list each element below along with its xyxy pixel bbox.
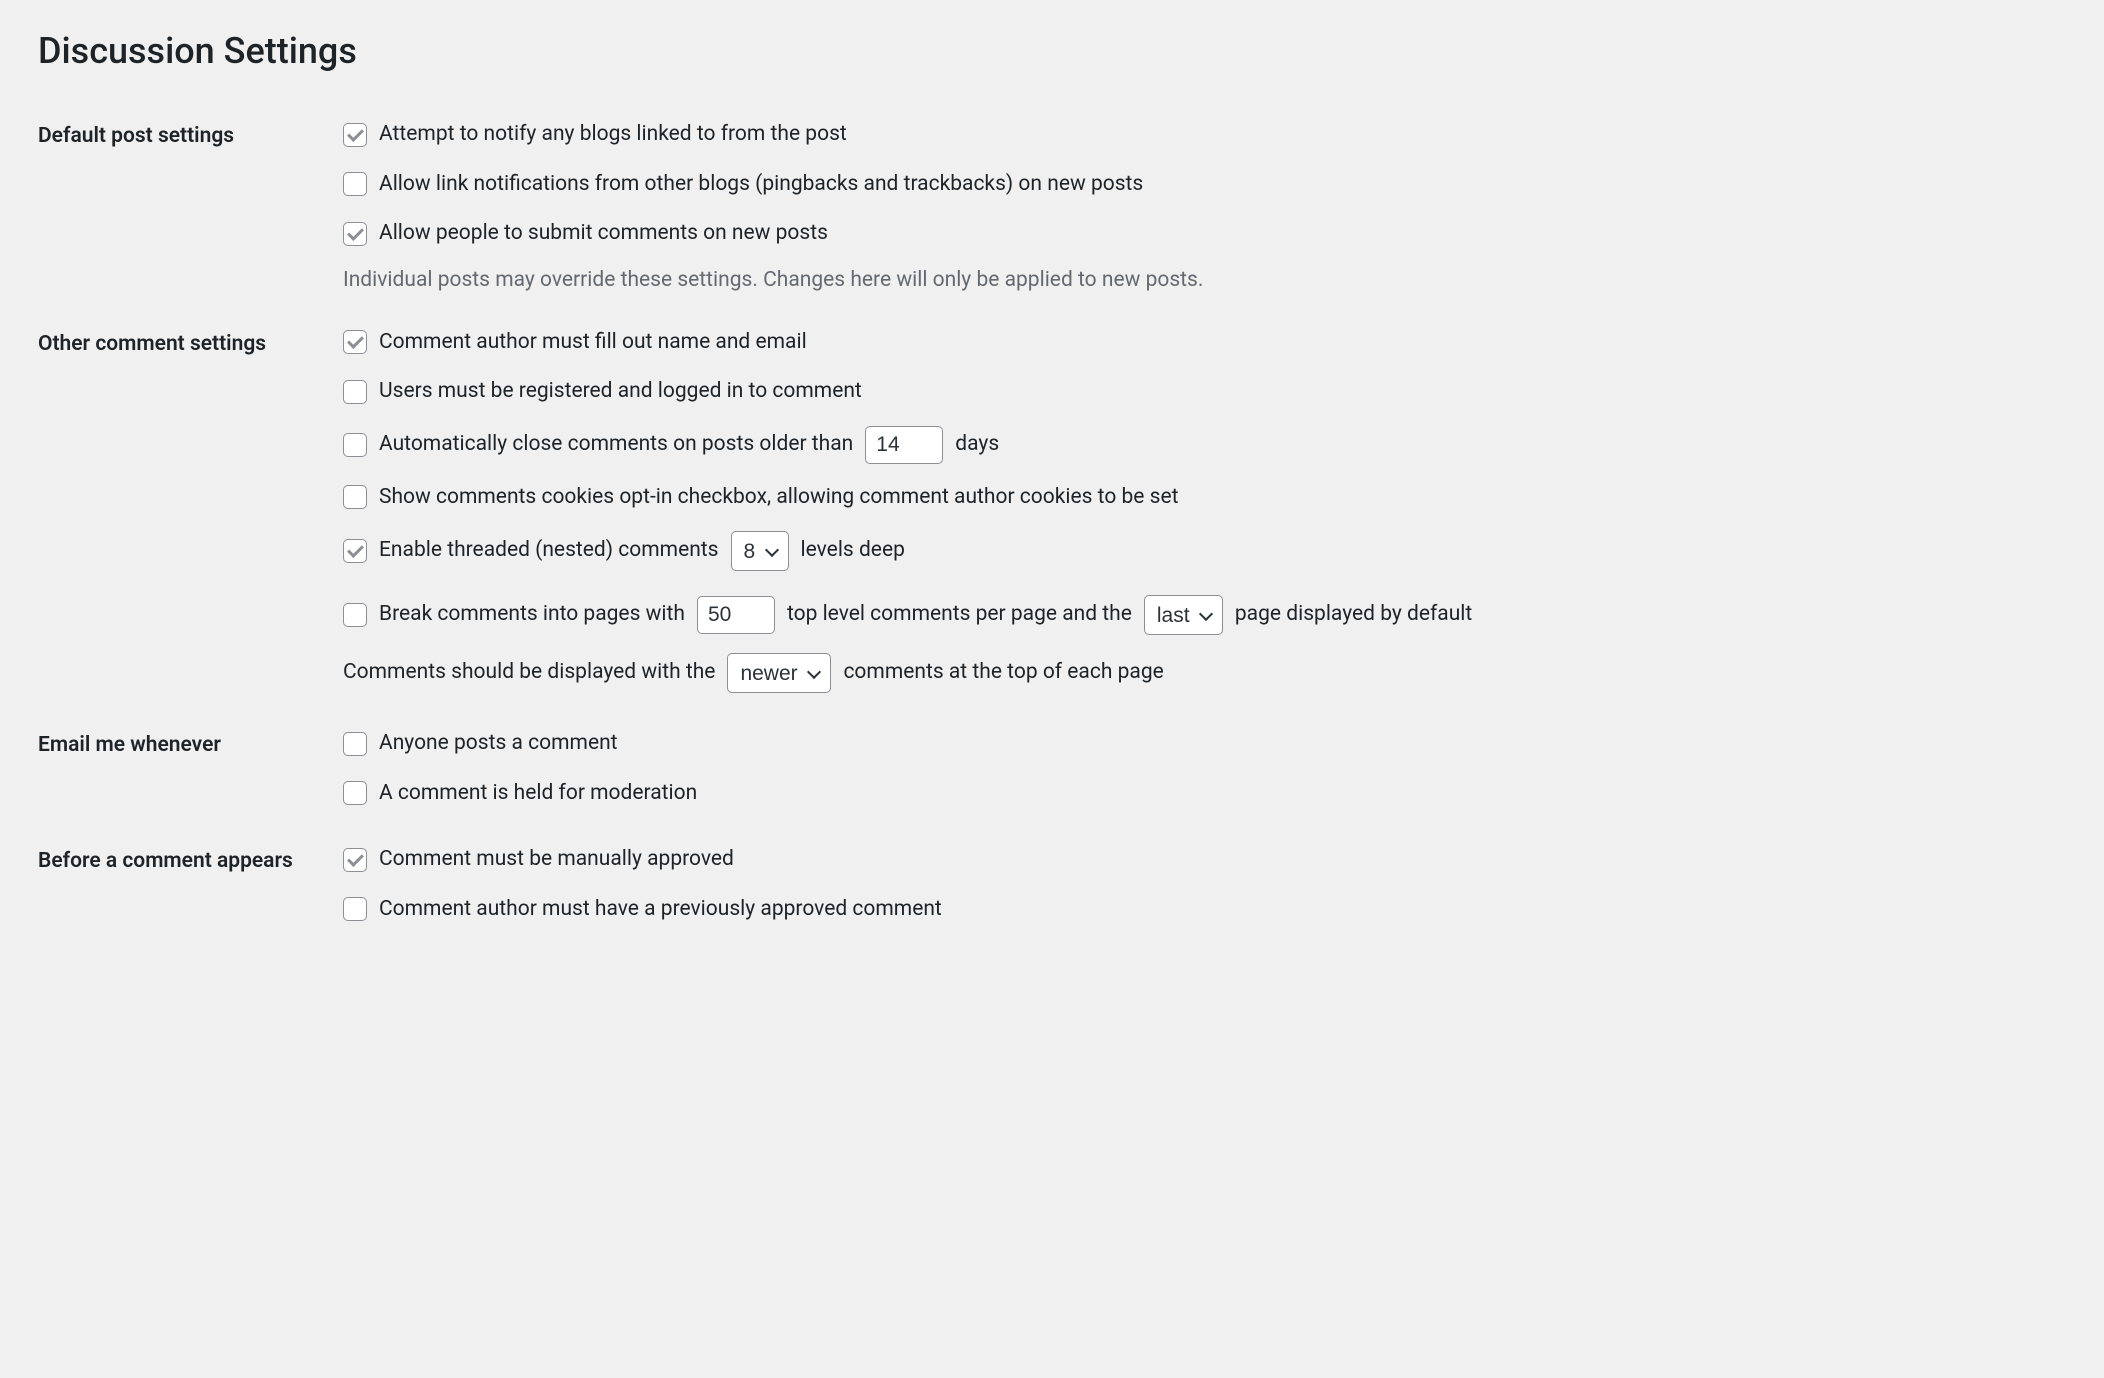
- select-thread-depth[interactable]: 8: [731, 531, 789, 571]
- label-order-before: Comments should be displayed with the: [343, 657, 715, 689]
- checkbox-prev-approved[interactable]: [343, 897, 367, 921]
- label-held-moderation: A comment is held for moderation: [379, 778, 697, 810]
- checkbox-require-name-email[interactable]: [343, 330, 367, 354]
- label-allow-pingbacks: Allow link notifications from other blog…: [379, 169, 1143, 201]
- checkbox-threaded[interactable]: [343, 539, 367, 563]
- label-prev-approved: Comment author must have a previously ap…: [379, 894, 942, 926]
- label-notify-blogs: Attempt to notify any blogs linked to fr…: [379, 119, 847, 151]
- section-heading-other-comment: Other comment settings: [38, 312, 343, 714]
- label-order-after: comments at the top of each page: [843, 657, 1163, 689]
- settings-form-table: Default post settings Attempt to notify …: [38, 104, 2066, 945]
- label-auto-close-before: Automatically close comments on posts ol…: [379, 429, 853, 461]
- section-heading-default-post: Default post settings: [38, 104, 343, 312]
- label-allow-comments: Allow people to submit comments on new p…: [379, 218, 828, 250]
- default-post-note: Individual posts may override these sett…: [343, 268, 2066, 292]
- checkbox-cookies-optin[interactable]: [343, 485, 367, 509]
- label-threaded-before: Enable threaded (nested) comments: [379, 535, 719, 567]
- checkbox-pagination[interactable]: [343, 603, 367, 627]
- checkbox-allow-comments[interactable]: [343, 222, 367, 246]
- checkbox-notify-blogs[interactable]: [343, 123, 367, 147]
- label-threaded-after: levels deep: [801, 535, 905, 567]
- checkbox-manually-approved[interactable]: [343, 848, 367, 872]
- label-anyone-posts: Anyone posts a comment: [379, 728, 618, 760]
- label-pagination-before: Break comments into pages with: [379, 599, 685, 631]
- label-pagination-mid: top level comments per page and the: [787, 599, 1132, 631]
- select-comment-order[interactable]: newer: [727, 653, 831, 693]
- label-require-name-email: Comment author must fill out name and em…: [379, 327, 807, 359]
- input-comments-per-page[interactable]: [697, 596, 775, 634]
- checkbox-held-moderation[interactable]: [343, 781, 367, 805]
- input-auto-close-days[interactable]: [865, 426, 943, 464]
- label-manually-approved: Comment must be manually approved: [379, 844, 734, 876]
- label-auto-close-after: days: [955, 429, 999, 461]
- checkbox-auto-close[interactable]: [343, 433, 367, 457]
- checkbox-allow-pingbacks[interactable]: [343, 172, 367, 196]
- label-pagination-after: page displayed by default: [1235, 599, 1472, 631]
- section-heading-before-appears: Before a comment appears: [38, 829, 343, 945]
- select-page-position[interactable]: last: [1144, 595, 1223, 635]
- section-heading-email-me: Email me whenever: [38, 713, 343, 829]
- page-title: Discussion Settings: [38, 30, 2066, 72]
- checkbox-require-registration[interactable]: [343, 380, 367, 404]
- label-cookies-optin: Show comments cookies opt-in checkbox, a…: [379, 482, 1179, 514]
- checkbox-anyone-posts[interactable]: [343, 732, 367, 756]
- label-require-registration: Users must be registered and logged in t…: [379, 376, 862, 408]
